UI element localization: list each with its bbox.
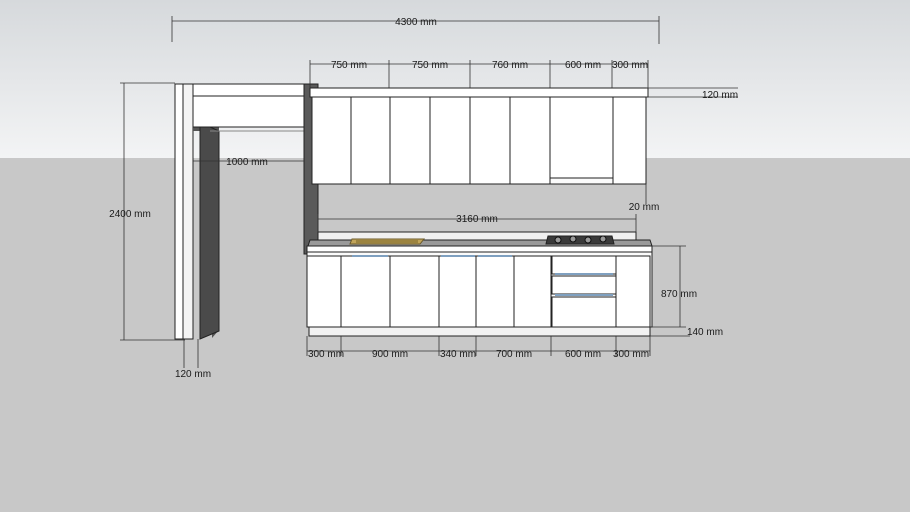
upper-door-1 xyxy=(311,96,352,185)
dim-upper-depth: 120 mm xyxy=(702,90,738,101)
dim-base-4: 700 mm xyxy=(496,349,532,360)
dim-counter-width: 3160 mm xyxy=(456,214,498,225)
base-door-1 xyxy=(306,255,342,328)
base-door-3 xyxy=(389,255,440,328)
dim-base-2: 900 mm xyxy=(372,349,408,360)
dim-gap: 20 mm xyxy=(629,202,660,213)
upper-door-6 xyxy=(509,96,551,185)
base-drawer-2 xyxy=(551,275,617,295)
dim-height-total: 2400 mm xyxy=(109,209,151,220)
base-cabinets xyxy=(306,251,653,337)
upper-door-2 xyxy=(350,96,391,185)
dim-upper-5: 300 mm xyxy=(612,60,648,71)
kitchen-elevation-diagram: 4300 mm 750 mm 750 mm 760 mm 600 mm 300 … xyxy=(0,0,910,512)
base-drawer-1 xyxy=(551,255,617,275)
dim-upper-3: 760 mm xyxy=(492,60,528,71)
upper-door-5 xyxy=(469,96,511,185)
dim-base-height: 870 mm xyxy=(661,289,697,300)
upper-door-3 xyxy=(389,96,431,185)
dim-base-5: 600 mm xyxy=(565,349,601,360)
base-door-5 xyxy=(475,255,515,328)
dim-base-6: 300 mm xyxy=(613,349,649,360)
dim-pillar-width: 120 mm xyxy=(175,369,211,380)
dim-base-3: 340 mm xyxy=(440,349,476,360)
dim-upper-4: 600 mm xyxy=(565,60,601,71)
countertop xyxy=(306,231,653,253)
upper-door-8 xyxy=(612,96,647,185)
dim-beam-length: 1000 mm xyxy=(226,157,268,168)
dim-plinth: 140 mm xyxy=(687,327,723,338)
dim-total-width: 4300 mm xyxy=(395,17,437,28)
dim-upper-2: 750 mm xyxy=(412,60,448,71)
base-door-2 xyxy=(340,255,391,328)
base-drawer-3 xyxy=(551,296,617,328)
base-door-7 xyxy=(615,255,651,328)
upper-cabinets xyxy=(309,87,649,185)
upper-door-7 xyxy=(549,96,614,179)
upper-door-4 xyxy=(429,96,471,185)
dim-base-1: 300 mm xyxy=(308,349,344,360)
base-door-6 xyxy=(513,255,552,328)
dim-upper-1: 750 mm xyxy=(331,60,367,71)
base-door-4 xyxy=(438,255,477,328)
